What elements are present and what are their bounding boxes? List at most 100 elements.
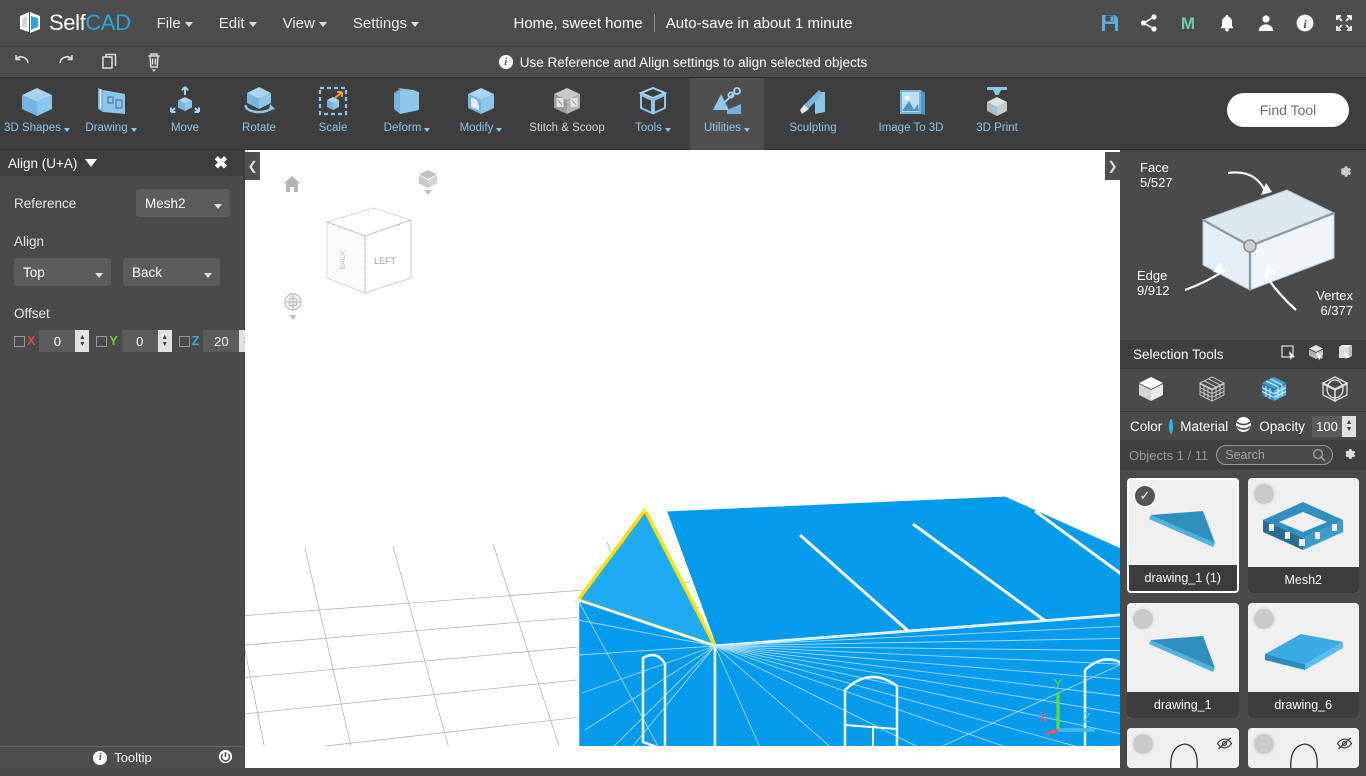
view-cube[interactable]: LEFT BACK (315, 198, 420, 303)
object-name: drawing_6 (1247, 692, 1359, 718)
opacity-value[interactable]: 100 (1312, 415, 1342, 437)
triangle-down-icon[interactable] (85, 159, 98, 167)
offset-y-stepper[interactable]: ▲ ▼ (157, 330, 172, 352)
m-badge-icon[interactable]: M (1178, 13, 1198, 33)
menu-settings[interactable]: Settings (353, 15, 420, 32)
object-checkbox[interactable]: ✓ (1131, 607, 1155, 631)
offset-z-value[interactable]: 20 (203, 330, 240, 352)
object-card-hidden-1[interactable]: ✓ (1127, 728, 1239, 768)
tool-image-to-3d[interactable]: Image To 3D (862, 78, 960, 150)
object-name: drawing_1 (1) (1129, 565, 1237, 591)
chevron-down-icon (184, 22, 193, 27)
offset-x-checkbox[interactable] (14, 335, 25, 347)
vertex-mode-icon[interactable] (1197, 375, 1227, 406)
gear-icon[interactable] (1336, 163, 1353, 183)
color-swatch[interactable] (1169, 418, 1174, 434)
face-mode-icon[interactable] (1259, 375, 1289, 406)
tool-sculpting-label: Sculpting (789, 122, 837, 134)
object-card-mesh2[interactable]: ✓ Mesh2 (1247, 478, 1359, 593)
vertex-count: 6/377 (1320, 303, 1353, 318)
info-icon: i (93, 750, 108, 765)
utilities-icon (707, 84, 747, 120)
object-card-drawing-6[interactable]: ✓ drawing_6 (1247, 603, 1359, 718)
menu-edit-label: Edit (218, 14, 245, 32)
axis-gizmo: Y X Z (1039, 676, 1095, 736)
object-checkbox[interactable]: ✓ (1251, 482, 1276, 506)
edge-mode-icon[interactable] (1320, 375, 1350, 406)
object-checkbox[interactable]: ✓ (1133, 484, 1157, 508)
power-icon[interactable] (218, 749, 233, 767)
redo-button[interactable] (44, 46, 88, 78)
sculpting-icon (793, 84, 833, 120)
tool-tools[interactable]: Tools (616, 78, 690, 150)
info-icon[interactable]: i (1295, 13, 1315, 33)
chevron-down-icon (214, 204, 222, 209)
tool-modify[interactable]: Modify (444, 78, 518, 150)
object-card-hidden-2[interactable]: ✓ (1247, 728, 1359, 768)
3d-viewport[interactable]: LEFT BACK Y X Z (245, 150, 1120, 746)
tool-utilities[interactable]: Utilities (690, 78, 764, 150)
offset-z-checkbox[interactable] (178, 335, 190, 347)
move-icon (165, 84, 205, 120)
menu-file[interactable]: File (157, 15, 193, 32)
notifications-bell-icon[interactable] (1217, 13, 1237, 33)
tool-rotate-label: Rotate (242, 122, 276, 134)
box-select-icon[interactable] (1308, 344, 1325, 364)
align-panel: Align (U+A) ✖ Reference Mesh2 Align Top … (0, 150, 254, 746)
offset-x-stepper[interactable]: ▲ ▼ (75, 330, 90, 352)
tool-3d-shapes[interactable]: 3D Shapes (0, 78, 74, 150)
tool-move-label: Move (170, 122, 200, 134)
object-mode-icon[interactable] (1136, 375, 1166, 406)
delete-button[interactable] (132, 46, 176, 78)
objects-settings-gear-icon[interactable] (1341, 446, 1357, 465)
undo-button[interactable] (0, 46, 44, 78)
collapse-left-panel-button[interactable]: ❮ (245, 152, 260, 180)
eye-off-icon[interactable] (1336, 736, 1353, 754)
svg-text:Z: Z (1083, 710, 1091, 725)
collapse-right-panel-button[interactable]: ❯ (1105, 152, 1120, 180)
tool-scale[interactable]: Scale (296, 78, 370, 150)
object-checkbox[interactable]: ✓ (1251, 607, 1276, 631)
app-logo[interactable]: SelfCAD (18, 10, 131, 36)
object-checkbox[interactable]: ✓ (1251, 732, 1276, 756)
menu-edit[interactable]: Edit (219, 15, 257, 32)
home-icon[interactable] (282, 174, 302, 197)
tool-drawing[interactable]: Drawing (74, 78, 148, 150)
tool-sculpting[interactable]: Sculpting (764, 78, 862, 150)
lasso-select-icon[interactable] (1336, 344, 1353, 364)
object-card-drawing-1-1[interactable]: ✓ drawing_1 (1) (1127, 478, 1239, 593)
rectangle-select-icon[interactable] (1280, 344, 1297, 364)
tool-rotate[interactable]: Rotate (222, 78, 296, 150)
align-horizontal-select[interactable]: Back (123, 258, 220, 286)
tool-3d-print[interactable]: 3D Print (960, 78, 1034, 150)
opacity-stepper[interactable]: ▲ ▼ (1342, 415, 1356, 437)
tool-deform[interactable]: Deform (370, 78, 444, 150)
object-checkbox[interactable]: ✓ (1131, 732, 1155, 756)
material-sphere-icon[interactable] (1235, 416, 1252, 436)
document-title[interactable]: Home, sweet home (513, 15, 642, 32)
save-icon[interactable] (1100, 13, 1120, 33)
tool-stitch-scoop[interactable]: Stitch & Scoop (518, 78, 616, 150)
tool-drawing-label: Drawing (85, 122, 128, 134)
eye-off-icon[interactable] (1216, 736, 1233, 754)
copy-button[interactable] (88, 46, 132, 78)
search-input[interactable]: Search (1216, 445, 1333, 465)
menu-view[interactable]: View (283, 15, 327, 32)
close-icon[interactable]: ✖ (214, 155, 228, 172)
reference-select[interactable]: Mesh2 (136, 189, 230, 217)
tool-move[interactable]: Move (148, 78, 222, 150)
selection-tools-label: Selection Tools (1133, 346, 1224, 362)
share-icon[interactable] (1139, 13, 1159, 33)
find-tool-input[interactable]: Find Tool (1227, 93, 1349, 127)
fullscreen-icon[interactable] (1334, 13, 1354, 33)
user-account-icon[interactable] (1256, 13, 1276, 33)
offset-y-value[interactable]: 0 (121, 330, 158, 352)
offset-x-value[interactable]: 0 (39, 330, 76, 352)
object-card-drawing-1[interactable]: ✓ drawing_1 (1127, 603, 1239, 718)
tool-tools-label: Tools (635, 122, 662, 134)
perspective-cube-icon[interactable] (417, 168, 439, 199)
face-label: Face (1140, 160, 1169, 175)
align-vertical-select[interactable]: Top (14, 258, 111, 286)
pan-target-icon[interactable] (282, 292, 304, 325)
offset-y-checkbox[interactable] (96, 335, 108, 347)
